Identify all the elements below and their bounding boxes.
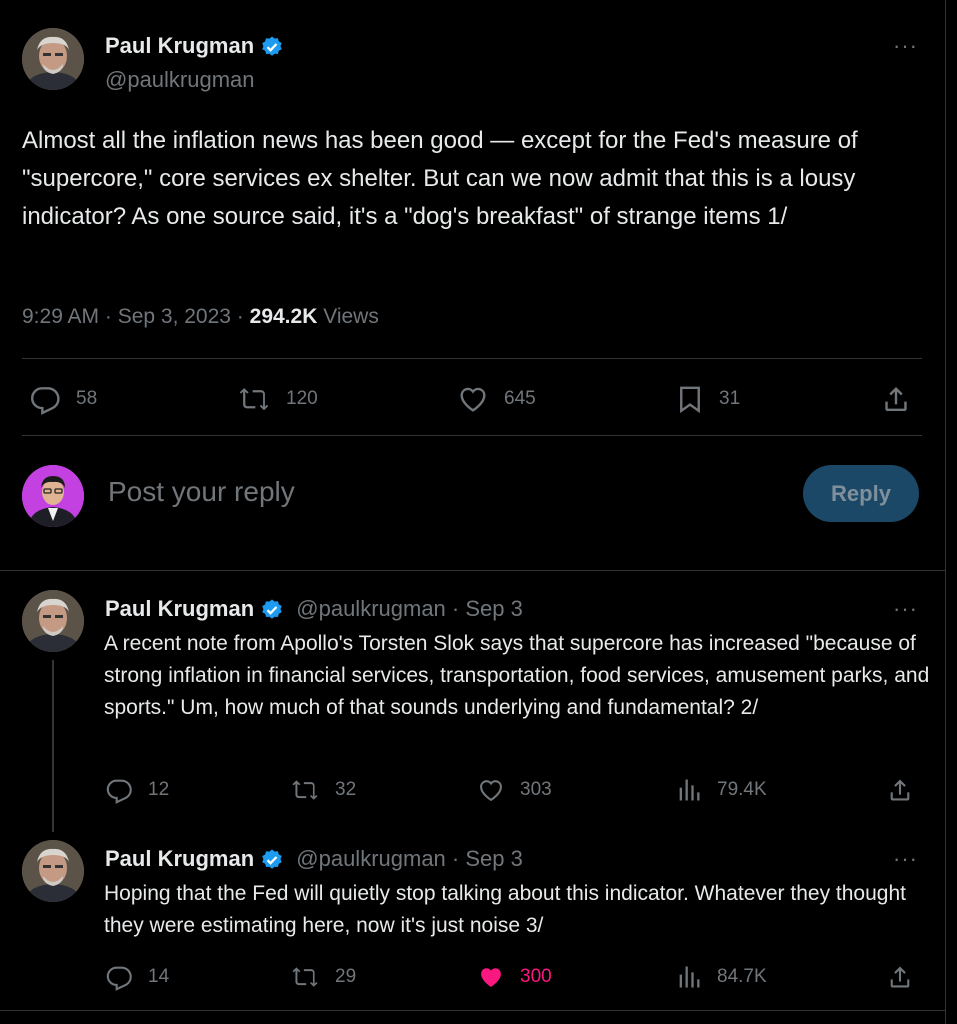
- share-action[interactable]: [886, 776, 914, 804]
- retweet-icon: [292, 780, 318, 800]
- bookmark-action[interactable]: 31: [675, 383, 740, 415]
- reply-icon: [31, 387, 60, 415]
- tweet-timestamp: 9:29 AM · Sep 3, 2023 · 294.2K Views: [22, 305, 379, 329]
- like-action[interactable]: 645: [456, 383, 536, 415]
- views-count: 84.7K: [717, 966, 767, 987]
- views-action[interactable]: 84.7K: [675, 963, 767, 991]
- like-count: 645: [504, 388, 536, 409]
- reply-icon: [106, 966, 132, 991]
- like-count: 303: [520, 779, 552, 800]
- reply-text: Hoping that the Fed will quietly stop ta…: [104, 882, 906, 937]
- views-count: 294.2K: [249, 305, 318, 328]
- reply-author[interactable]: Paul Krugman @paulkrugman · Sep 3: [105, 846, 523, 872]
- share-action[interactable]: [886, 963, 914, 991]
- retweet-count: 29: [335, 966, 357, 987]
- reply-action[interactable]: 14: [104, 963, 169, 991]
- avatar-photo: [22, 840, 84, 902]
- reply-count: 14: [148, 966, 170, 987]
- more-options-icon[interactable]: ···: [893, 846, 918, 872]
- my-avatar-photo: [22, 465, 84, 527]
- more-options-icon[interactable]: ···: [893, 596, 918, 622]
- reply-count: 58: [76, 388, 98, 409]
- divider: [0, 1010, 945, 1011]
- like-action[interactable]: 300: [476, 963, 552, 991]
- avatar-photo: [22, 28, 84, 90]
- retweet-count: 120: [286, 388, 318, 409]
- heart-icon: [460, 387, 486, 412]
- reply-handle-date[interactable]: @paulkrugman · Sep 3: [296, 596, 523, 621]
- share-icon: [890, 966, 910, 988]
- views-chart-icon: [679, 966, 700, 988]
- reply-author-avatar[interactable]: [22, 590, 84, 652]
- bookmark-count: 31: [719, 388, 741, 409]
- reply-author-name[interactable]: Paul Krugman: [105, 596, 254, 621]
- views-action[interactable]: 79.4K: [675, 776, 767, 804]
- verified-badge-icon: [262, 849, 282, 869]
- retweet-icon: [292, 967, 318, 987]
- heart-filled-icon: [481, 968, 501, 987]
- divider: [22, 435, 922, 436]
- author-name-text[interactable]: Paul Krugman: [105, 33, 254, 58]
- reply-action[interactable]: 58: [28, 383, 97, 415]
- retweet-action[interactable]: 29: [289, 963, 356, 991]
- reply-count: 12: [148, 779, 170, 800]
- author-avatar[interactable]: [22, 28, 84, 90]
- my-avatar[interactable]: [22, 465, 84, 527]
- retweet-count: 32: [335, 779, 357, 800]
- retweet-icon: [239, 388, 269, 411]
- more-options-icon[interactable]: ···: [893, 33, 918, 59]
- author-name[interactable]: Paul Krugman: [105, 33, 284, 59]
- reply-author-avatar[interactable]: [22, 840, 84, 902]
- views-count: 79.4K: [717, 779, 767, 800]
- reply-input[interactable]: Post your reply: [108, 476, 295, 508]
- reply-text: A recent note from Apollo's Torsten Slok…: [104, 632, 930, 719]
- reply-handle-date[interactable]: @paulkrugman · Sep 3: [296, 846, 523, 871]
- views-label: Views: [317, 305, 379, 328]
- reply-icon: [106, 779, 132, 804]
- verified-badge-icon: [262, 599, 282, 619]
- avatar-photo: [22, 590, 84, 652]
- author-handle[interactable]: @paulkrugman: [105, 67, 255, 93]
- share-icon: [885, 387, 907, 411]
- like-count: 300: [520, 966, 552, 987]
- retweet-action[interactable]: 120: [236, 383, 318, 415]
- thread-connector: [52, 660, 54, 832]
- tweet-time[interactable]: 9:29 AM · Sep 3, 2023 ·: [22, 305, 250, 328]
- reply-button[interactable]: Reply: [803, 465, 919, 522]
- share-icon: [890, 779, 910, 801]
- heart-icon: [480, 780, 502, 802]
- verified-badge-icon: [262, 36, 282, 56]
- reply-author[interactable]: Paul Krugman @paulkrugman · Sep 3: [105, 596, 523, 622]
- divider: [22, 358, 922, 359]
- tweet-text: Almost all the inflation news has been g…: [22, 127, 858, 230]
- like-action[interactable]: 303: [476, 776, 552, 804]
- share-action[interactable]: [880, 383, 912, 415]
- retweet-action[interactable]: 32: [289, 776, 356, 804]
- views-chart-icon: [679, 779, 700, 801]
- column-border: [945, 0, 946, 1024]
- reply-action[interactable]: 12: [104, 776, 169, 804]
- bookmark-icon: [680, 386, 700, 414]
- divider: [0, 570, 945, 571]
- reply-author-name[interactable]: Paul Krugman: [105, 846, 254, 871]
